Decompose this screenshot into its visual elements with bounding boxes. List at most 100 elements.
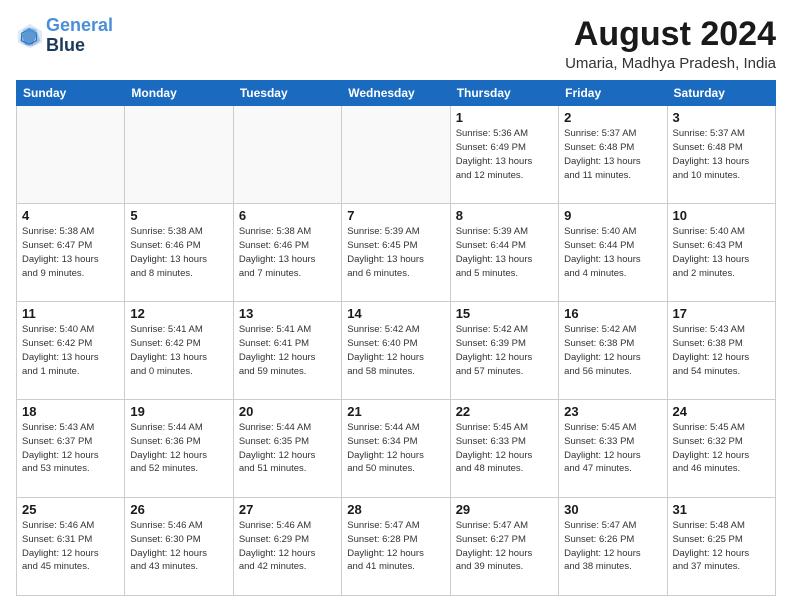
calendar-cell: 20Sunrise: 5:44 AM Sunset: 6:35 PM Dayli… [233, 400, 341, 498]
day-info: Sunrise: 5:45 AM Sunset: 6:33 PM Dayligh… [456, 421, 553, 476]
day-info: Sunrise: 5:46 AM Sunset: 6:31 PM Dayligh… [22, 519, 119, 574]
calendar-cell: 25 Sunrise: 5:46 AM Sunset: 6:31 PM Dayli… [17, 498, 125, 596]
calendar-cell: 12 Sunrise: 5:41 AM Sunset: 6:42 PM Dayli… [125, 302, 233, 400]
col-thursday: Thursday [450, 81, 558, 106]
subtitle: Umaria, Madhya Pradesh, India [565, 55, 776, 72]
header: General Blue August 2024 Umaria, Madhya … [16, 16, 776, 72]
day-info: Sunrise: 5:41 AM Sunset: 6:42 PM Dayligh… [130, 323, 227, 378]
day-number: 23 [564, 404, 661, 419]
col-saturday: Saturday [667, 81, 775, 106]
calendar-cell: 7Sunrise: 5:39 AM Sunset: 6:45 PM Daylig… [342, 204, 450, 302]
calendar-cell: 22 Sunrise: 5:45 AM Sunset: 6:33 PM Dayli… [450, 400, 558, 498]
col-tuesday: Tuesday [233, 81, 341, 106]
calendar-week-2: 11 Sunrise: 5:40 AM Sunset: 6:42 PM Dayli… [17, 302, 776, 400]
day-number: 17 [673, 306, 770, 321]
calendar-cell: 15Sunrise: 5:42 AM Sunset: 6:39 PM Dayli… [450, 302, 558, 400]
logo-text: General Blue [46, 16, 113, 56]
calendar-week-1: 4 Sunrise: 5:38 AM Sunset: 6:47 PM Daylig… [17, 204, 776, 302]
calendar-cell [233, 106, 341, 204]
day-info: Sunrise: 5:38 AM Sunset: 6:47 PM Dayligh… [22, 225, 119, 280]
col-friday: Friday [559, 81, 667, 106]
calendar-cell: 9 Sunrise: 5:40 AM Sunset: 6:44 PM Daylig… [559, 204, 667, 302]
day-number: 9 [564, 208, 661, 223]
calendar-cell: 6 Sunrise: 5:38 AM Sunset: 6:46 PM Daylig… [233, 204, 341, 302]
calendar-cell: 8 Sunrise: 5:39 AM Sunset: 6:44 PM Daylig… [450, 204, 558, 302]
calendar-cell: 16 Sunrise: 5:42 AM Sunset: 6:38 PM Dayli… [559, 302, 667, 400]
calendar-cell: 31Sunrise: 5:48 AM Sunset: 6:25 PM Dayli… [667, 498, 775, 596]
calendar-week-3: 18 Sunrise: 5:43 AM Sunset: 6:37 PM Dayli… [17, 400, 776, 498]
day-info: Sunrise: 5:41 AM Sunset: 6:41 PM Dayligh… [239, 323, 336, 378]
day-number: 3 [673, 110, 770, 125]
day-number: 2 [564, 110, 661, 125]
day-number: 25 [22, 502, 119, 517]
calendar-cell: 4 Sunrise: 5:38 AM Sunset: 6:47 PM Daylig… [17, 204, 125, 302]
logo: General Blue [16, 16, 113, 56]
calendar-week-4: 25 Sunrise: 5:46 AM Sunset: 6:31 PM Dayli… [17, 498, 776, 596]
day-number: 8 [456, 208, 553, 223]
calendar-cell: 27 Sunrise: 5:46 AM Sunset: 6:29 PM Dayli… [233, 498, 341, 596]
calendar-table: Sunday Monday Tuesday Wednesday Thursday… [16, 80, 776, 596]
calendar-cell: 2 Sunrise: 5:37 AM Sunset: 6:48 PM Daylig… [559, 106, 667, 204]
day-info: Sunrise: 5:44 AM Sunset: 6:35 PM Dayligh… [239, 421, 336, 476]
day-number: 6 [239, 208, 336, 223]
calendar-cell: 28Sunrise: 5:47 AM Sunset: 6:28 PM Dayli… [342, 498, 450, 596]
day-number: 27 [239, 502, 336, 517]
calendar-cell [342, 106, 450, 204]
day-number: 22 [456, 404, 553, 419]
calendar-cell: 18 Sunrise: 5:43 AM Sunset: 6:37 PM Dayli… [17, 400, 125, 498]
main-title: August 2024 [565, 16, 776, 53]
calendar-cell: 24 Sunrise: 5:45 AM Sunset: 6:32 PM Dayli… [667, 400, 775, 498]
calendar-header-row: Sunday Monday Tuesday Wednesday Thursday… [17, 81, 776, 106]
calendar-cell: 14 Sunrise: 5:42 AM Sunset: 6:40 PM Dayli… [342, 302, 450, 400]
day-info: Sunrise: 5:47 AM Sunset: 6:26 PM Dayligh… [564, 519, 661, 574]
day-number: 16 [564, 306, 661, 321]
day-info: Sunrise: 5:46 AM Sunset: 6:29 PM Dayligh… [239, 519, 336, 574]
calendar-cell: 3 Sunrise: 5:37 AM Sunset: 6:48 PM Daylig… [667, 106, 775, 204]
calendar-cell: 11 Sunrise: 5:40 AM Sunset: 6:42 PM Dayli… [17, 302, 125, 400]
day-info: Sunrise: 5:39 AM Sunset: 6:45 PM Dayligh… [347, 225, 444, 280]
day-number: 29 [456, 502, 553, 517]
calendar-cell: 30 Sunrise: 5:47 AM Sunset: 6:26 PM Dayli… [559, 498, 667, 596]
calendar-cell: 26 Sunrise: 5:46 AM Sunset: 6:30 PM Dayli… [125, 498, 233, 596]
calendar-body: 1Sunrise: 5:36 AM Sunset: 6:49 PM Daylig… [17, 106, 776, 596]
day-info: Sunrise: 5:45 AM Sunset: 6:32 PM Dayligh… [673, 421, 770, 476]
day-info: Sunrise: 5:45 AM Sunset: 6:33 PM Dayligh… [564, 421, 661, 476]
day-info: Sunrise: 5:42 AM Sunset: 6:39 PM Dayligh… [456, 323, 553, 378]
day-info: Sunrise: 5:47 AM Sunset: 6:27 PM Dayligh… [456, 519, 553, 574]
calendar-cell: 17Sunrise: 5:43 AM Sunset: 6:38 PM Dayli… [667, 302, 775, 400]
day-number: 14 [347, 306, 444, 321]
title-block: August 2024 Umaria, Madhya Pradesh, Indi… [565, 16, 776, 72]
calendar-cell [125, 106, 233, 204]
day-number: 12 [130, 306, 227, 321]
day-number: 18 [22, 404, 119, 419]
day-info: Sunrise: 5:37 AM Sunset: 6:48 PM Dayligh… [564, 127, 661, 182]
day-info: Sunrise: 5:46 AM Sunset: 6:30 PM Dayligh… [130, 519, 227, 574]
day-number: 31 [673, 502, 770, 517]
day-info: Sunrise: 5:42 AM Sunset: 6:38 PM Dayligh… [564, 323, 661, 378]
day-info: Sunrise: 5:42 AM Sunset: 6:40 PM Dayligh… [347, 323, 444, 378]
day-info: Sunrise: 5:36 AM Sunset: 6:49 PM Dayligh… [456, 127, 553, 182]
calendar-cell: 19Sunrise: 5:44 AM Sunset: 6:36 PM Dayli… [125, 400, 233, 498]
day-number: 24 [673, 404, 770, 419]
day-info: Sunrise: 5:47 AM Sunset: 6:28 PM Dayligh… [347, 519, 444, 574]
day-info: Sunrise: 5:39 AM Sunset: 6:44 PM Dayligh… [456, 225, 553, 280]
calendar-cell: 29 Sunrise: 5:47 AM Sunset: 6:27 PM Dayli… [450, 498, 558, 596]
day-number: 5 [130, 208, 227, 223]
day-number: 11 [22, 306, 119, 321]
logo-icon [16, 22, 44, 50]
day-info: Sunrise: 5:38 AM Sunset: 6:46 PM Dayligh… [130, 225, 227, 280]
day-info: Sunrise: 5:40 AM Sunset: 6:44 PM Dayligh… [564, 225, 661, 280]
day-number: 4 [22, 208, 119, 223]
day-info: Sunrise: 5:38 AM Sunset: 6:46 PM Dayligh… [239, 225, 336, 280]
day-info: Sunrise: 5:43 AM Sunset: 6:37 PM Dayligh… [22, 421, 119, 476]
day-number: 30 [564, 502, 661, 517]
col-monday: Monday [125, 81, 233, 106]
day-number: 26 [130, 502, 227, 517]
day-info: Sunrise: 5:44 AM Sunset: 6:36 PM Dayligh… [130, 421, 227, 476]
col-sunday: Sunday [17, 81, 125, 106]
day-info: Sunrise: 5:37 AM Sunset: 6:48 PM Dayligh… [673, 127, 770, 182]
day-info: Sunrise: 5:40 AM Sunset: 6:42 PM Dayligh… [22, 323, 119, 378]
day-number: 10 [673, 208, 770, 223]
col-wednesday: Wednesday [342, 81, 450, 106]
calendar-cell: 21Sunrise: 5:44 AM Sunset: 6:34 PM Dayli… [342, 400, 450, 498]
